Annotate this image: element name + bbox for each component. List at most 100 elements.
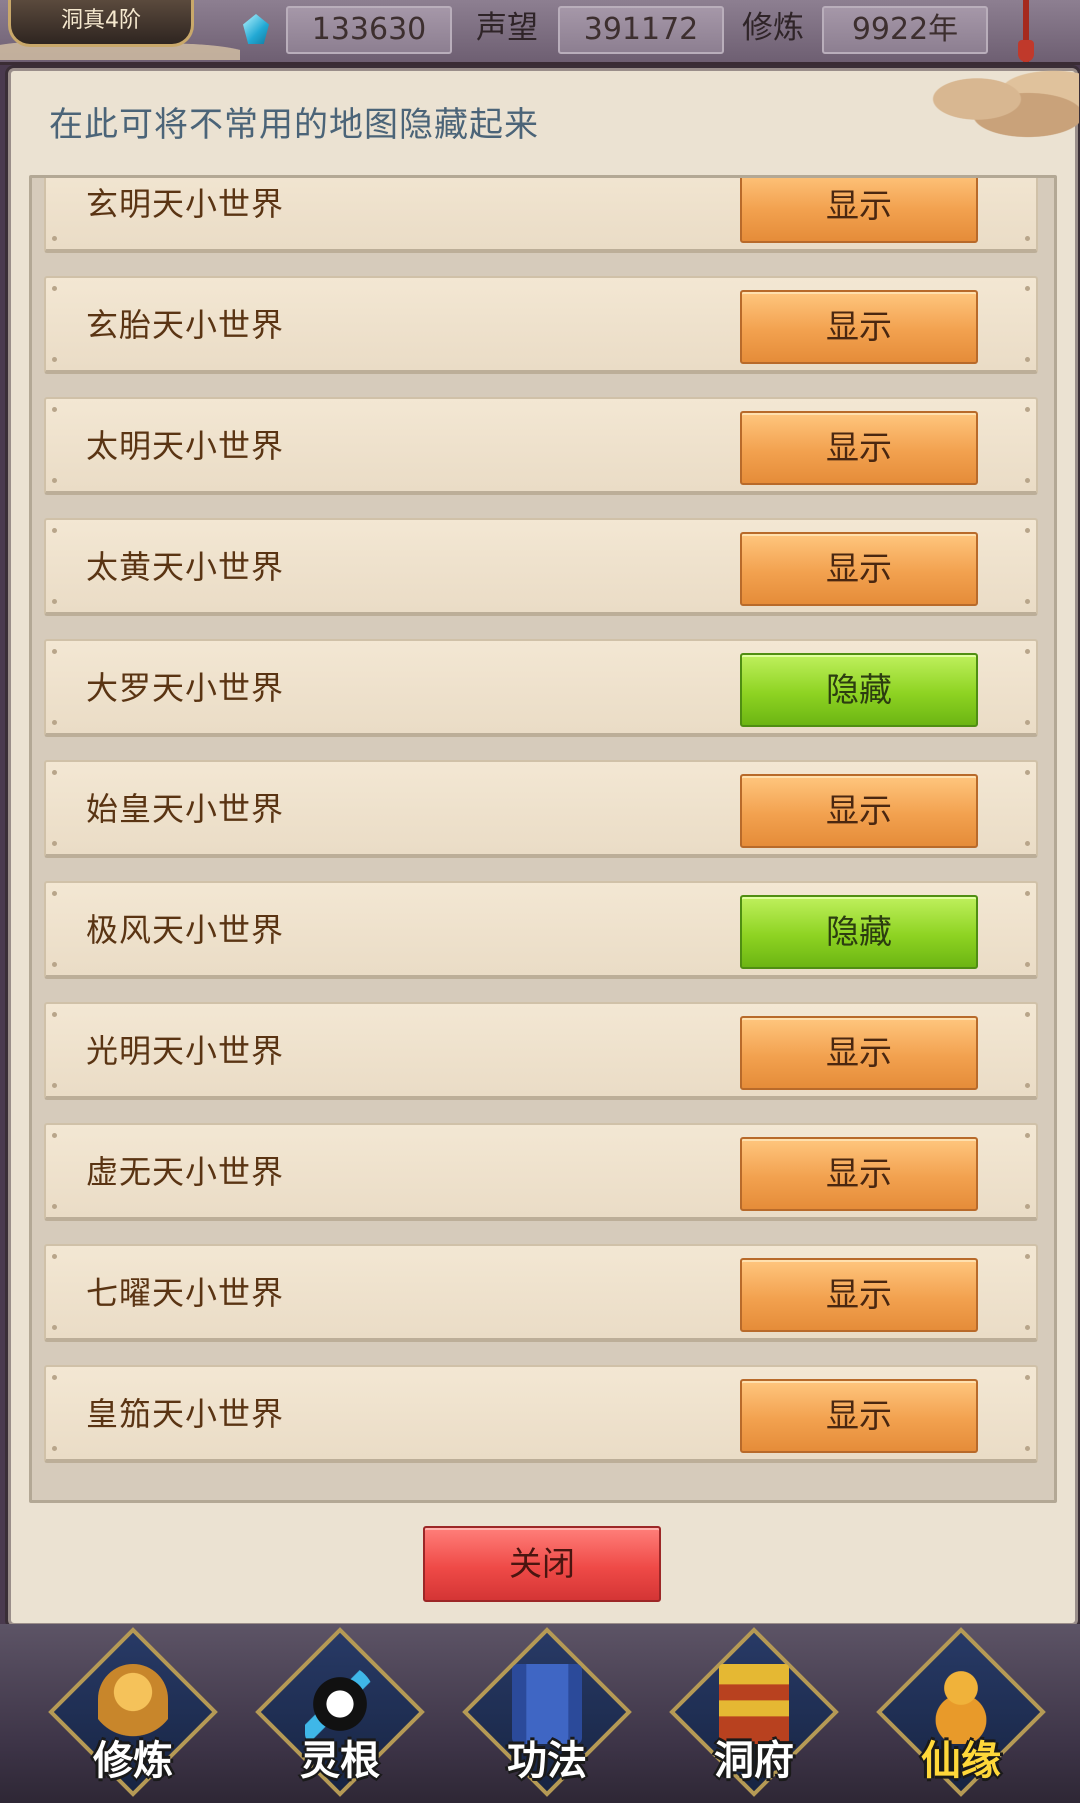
rivet-icon <box>1025 1325 1030 1330</box>
spirit-gem-icon <box>243 14 269 44</box>
rivet-icon <box>52 1446 57 1451</box>
rivet-icon <box>1025 1083 1030 1088</box>
map-name: 玄胎天小世界 <box>86 306 285 344</box>
hide-button[interactable]: 隐藏 <box>740 653 978 727</box>
rivet-icon <box>1025 236 1030 241</box>
rivet-icon <box>1025 770 1030 775</box>
rivet-icon <box>1025 1375 1030 1380</box>
rivet-icon <box>1025 841 1030 846</box>
rivet-icon <box>52 1012 57 1017</box>
map-name: 虚无天小世界 <box>86 1153 285 1191</box>
map-row: 皇笳天小世界 显示 <box>44 1365 1038 1463</box>
rivet-icon <box>52 1375 57 1380</box>
rivet-icon <box>52 720 57 725</box>
rivet-icon <box>52 1133 57 1138</box>
map-name: 大罗天小世界 <box>86 669 285 707</box>
nav-cultivate[interactable]: 修炼 <box>48 1627 218 1797</box>
map-name: 极风天小世界 <box>86 911 285 949</box>
close-button[interactable]: 关闭 <box>423 1526 661 1602</box>
show-button[interactable]: 显示 <box>740 532 978 606</box>
nav-label: 灵根 <box>300 1738 380 1784</box>
rivet-icon <box>52 407 57 412</box>
map-name: 太黄天小世界 <box>86 548 285 586</box>
show-button[interactable]: 显示 <box>740 1379 978 1453</box>
prestige-value: 391172 <box>558 6 724 54</box>
show-button[interactable]: 显示 <box>740 774 978 848</box>
rivet-icon <box>52 841 57 846</box>
map-name: 太明天小世界 <box>86 427 285 465</box>
rivet-icon <box>1025 528 1030 533</box>
nav-spirit-root[interactable]: 灵根 <box>255 1627 425 1797</box>
rivet-icon <box>1025 357 1030 362</box>
show-button[interactable]: 显示 <box>740 1258 978 1332</box>
panel-header: 在此可将不常用的地图隐藏起来 <box>49 105 539 145</box>
rivet-icon <box>1025 649 1030 654</box>
rivet-icon <box>1025 891 1030 896</box>
bottom-navigation: 修炼 灵根 功法 洞府 仙缘 <box>0 1624 1080 1803</box>
show-button[interactable]: 显示 <box>740 1137 978 1211</box>
nav-label: 功法 <box>507 1738 587 1784</box>
rivet-icon <box>1025 1133 1030 1138</box>
map-row: 虚无天小世界 显示 <box>44 1123 1038 1221</box>
rivet-icon <box>1025 962 1030 967</box>
nav-cave-dwelling[interactable]: 洞府 <box>669 1627 839 1797</box>
map-row: 玄明天小世界 显示 <box>44 178 1038 253</box>
rivet-icon <box>52 1083 57 1088</box>
nav-technique[interactable]: 功法 <box>462 1627 632 1797</box>
rivet-icon <box>1025 1446 1030 1451</box>
map-visibility-panel: 在此可将不常用的地图隐藏起来 玄明天小世界 显示 玄胎天小世界 显示 太明天小世界 显示太… <box>8 67 1079 1626</box>
map-name: 始皇天小世界 <box>86 790 285 828</box>
rivet-icon <box>52 770 57 775</box>
cultivation-value: 9922年 <box>822 6 988 54</box>
rivet-icon <box>52 357 57 362</box>
rivet-icon <box>52 649 57 654</box>
prestige-label: 声望 <box>476 10 538 46</box>
rivet-icon <box>1025 599 1030 604</box>
rivet-icon <box>1025 478 1030 483</box>
rivet-icon <box>52 528 57 533</box>
nav-label: 洞府 <box>714 1738 794 1784</box>
hide-button[interactable]: 隐藏 <box>740 895 978 969</box>
rivet-icon <box>52 286 57 291</box>
rivet-icon <box>1025 407 1030 412</box>
rivet-icon <box>52 891 57 896</box>
nav-label: 修炼 <box>93 1738 173 1784</box>
rank-badge[interactable]: 洞真4阶 <box>8 0 194 47</box>
rivet-icon <box>1025 720 1030 725</box>
rivet-icon <box>1025 286 1030 291</box>
cloud-corner-decoration <box>909 67 1079 147</box>
map-row: 大罗天小世界 隐藏 <box>44 639 1038 737</box>
map-row: 光明天小世界 显示 <box>44 1002 1038 1100</box>
map-row: 玄胎天小世界 显示 <box>44 276 1038 374</box>
rivet-icon <box>1025 1204 1030 1209</box>
rivet-icon <box>52 1204 57 1209</box>
map-row: 极风天小世界 隐藏 <box>44 881 1038 979</box>
map-name: 玄明天小世界 <box>86 185 285 223</box>
rivet-icon <box>52 1325 57 1330</box>
show-button[interactable]: 显示 <box>740 178 978 243</box>
map-row: 太黄天小世界 显示 <box>44 518 1038 616</box>
map-row: 七曜天小世界 显示 <box>44 1244 1038 1342</box>
nav-label: 仙缘 <box>921 1738 1001 1784</box>
show-button[interactable]: 显示 <box>740 1016 978 1090</box>
map-name: 七曜天小世界 <box>86 1274 285 1312</box>
show-button[interactable]: 显示 <box>740 290 978 364</box>
gem-count: 133630 <box>286 6 452 54</box>
rivet-icon <box>1025 1012 1030 1017</box>
rivet-icon <box>52 1254 57 1259</box>
rivet-icon <box>52 478 57 483</box>
tassel-icon <box>1018 0 1034 62</box>
map-row: 始皇天小世界 显示 <box>44 760 1038 858</box>
rivet-icon <box>52 599 57 604</box>
rivet-icon <box>1025 1254 1030 1259</box>
map-row: 太明天小世界 显示 <box>44 397 1038 495</box>
cultivation-label: 修炼 <box>742 10 804 46</box>
rivet-icon <box>52 236 57 241</box>
rivet-icon <box>52 962 57 967</box>
map-name: 皇笳天小世界 <box>86 1395 285 1433</box>
nav-immortal-fate[interactable]: 仙缘 <box>876 1627 1046 1797</box>
resource-bar: 洞真4阶 133630 声望 391172 修炼 9922年 <box>0 0 1080 65</box>
show-button[interactable]: 显示 <box>740 411 978 485</box>
map-name: 光明天小世界 <box>86 1032 285 1070</box>
map-list[interactable]: 玄明天小世界 显示 玄胎天小世界 显示 太明天小世界 显示 太黄天小世界 显示 大罗天小世界 隐藏… <box>29 175 1057 1503</box>
